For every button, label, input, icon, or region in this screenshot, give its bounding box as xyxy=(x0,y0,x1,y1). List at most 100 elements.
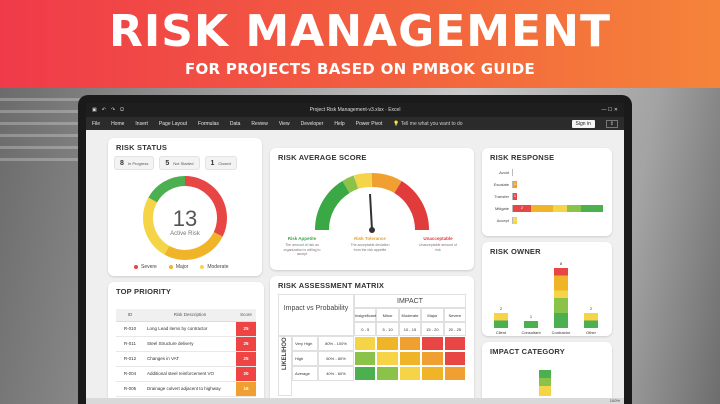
impact-col-name: Major xyxy=(421,308,444,322)
redo-icon[interactable]: ↷ xyxy=(111,107,115,113)
risk-response-label: Mitigate xyxy=(494,205,509,211)
risk-matrix-title: RISK ASSESSMENT MATRIX xyxy=(278,281,385,290)
risk-response-card: RISK RESPONSE Avoid Escalate 1 Transfer 1 Mit… xyxy=(482,148,612,236)
undo-icon[interactable]: ↶ xyxy=(102,107,106,113)
impact-col-range: 5 - 10 xyxy=(376,322,399,336)
likelihood-row-name: Average xyxy=(292,366,318,381)
matrix-cell xyxy=(421,351,444,366)
ribbon-tabs: File Home Insert Page Layout Formulas Da… xyxy=(86,117,624,130)
active-risk-label: Active Risk xyxy=(170,231,200,237)
tab-developer[interactable]: Developer xyxy=(301,121,324,127)
pill-label: Closed xyxy=(218,160,231,166)
risk-owner-label: Other xyxy=(585,330,596,335)
table-row[interactable]: R-012 Changes in VAT 25 xyxy=(116,351,256,367)
omega-icon[interactable]: Ω xyxy=(120,107,124,113)
legend-severe: Severe xyxy=(134,264,157,270)
pill-count: 8 xyxy=(120,159,124,167)
likelihood-row-range: 60% - 80% xyxy=(318,351,354,366)
impact-col-name: Minor xyxy=(376,308,399,322)
banner-subtitle: FOR PROJECTS BASED ON PMBOK GUIDE xyxy=(184,60,536,78)
tell-me-search[interactable]: 💡 Tell me what you want to do xyxy=(393,121,462,127)
cell-score: 20 xyxy=(236,366,256,382)
impact-col-name: Moderate xyxy=(398,308,422,322)
matrix-cell xyxy=(443,366,466,381)
risk-status-legend: Severe Major Moderate xyxy=(134,264,228,270)
risk-gauge xyxy=(314,172,430,233)
pill-count: 5 xyxy=(165,159,170,167)
save-icon[interactable]: ▣ xyxy=(92,107,97,113)
share-icon[interactable]: ⇪ xyxy=(605,119,618,128)
legend-moderate: Moderate xyxy=(200,264,228,270)
risk-response-row: Avoid xyxy=(484,168,513,176)
risk-status-card: RISK STATUS 8 In Progress 5 Not Started 1C… xyxy=(108,138,262,276)
matrix-cell xyxy=(421,336,444,351)
tell-me-label: Tell me what you want to do xyxy=(400,120,463,127)
tab-file[interactable]: File xyxy=(92,121,100,127)
matrix-cell xyxy=(443,336,466,351)
tab-insert[interactable]: Insert xyxy=(135,121,148,127)
tab-home[interactable]: Home xyxy=(111,121,124,127)
tab-help[interactable]: Help xyxy=(334,121,344,127)
window-controls[interactable]: — ☐ ✕ xyxy=(538,107,618,113)
top-priority-card: TOP PRIORITY ID Risk Description Score R… xyxy=(108,282,264,404)
risk-matrix-card: RISK ASSESSMENT MATRIX IMPACT Impact vs P… xyxy=(270,276,474,404)
tab-power-pivot[interactable]: Power Pivot xyxy=(356,121,383,127)
risk-owner-value: 1 xyxy=(529,313,533,319)
risk-response-segment xyxy=(567,204,581,212)
impact-bar-green xyxy=(539,370,551,378)
zone-tolerance-desc: The acceptable deviation from the risk a… xyxy=(350,243,390,252)
risk-owner-value: 2 xyxy=(499,306,503,311)
cell-score: 16 xyxy=(236,381,256,397)
matrix-cell xyxy=(354,336,377,351)
cell-id: R-011 xyxy=(116,336,144,352)
risk-owner-bar xyxy=(524,320,538,328)
legend-major: Major xyxy=(168,264,188,270)
risk-owner-bar xyxy=(494,313,508,328)
risk-owner-label: Consultant xyxy=(521,330,541,335)
title-banner: RISK MANAGEMENT FOR PROJECTS BASED ON PM… xyxy=(0,0,720,88)
table-row[interactable]: R-010 Long Lead items by contractor 25 xyxy=(116,321,256,337)
impact-bar-yellow xyxy=(539,386,551,396)
table-row[interactable]: R-004 Additional steel reinforcement VO 20 xyxy=(116,366,256,382)
impact-category-title: IMPACT CATEGORY xyxy=(490,347,565,356)
tab-review[interactable]: Review xyxy=(251,121,267,127)
tab-view[interactable]: View xyxy=(279,121,290,127)
impact-col-range: 10 - 15 xyxy=(398,322,422,336)
impact-col-name: Insignificant xyxy=(354,308,377,322)
cell-description: Additional steel reinforcement VO xyxy=(144,366,236,382)
sign-in-button[interactable]: Sign in xyxy=(571,119,595,128)
table-row[interactable]: R-005 Drainage culvert adjacent to highwa… xyxy=(116,381,256,397)
zone-appetite-label: Risk Appetite xyxy=(287,236,317,241)
matrix-cell xyxy=(354,366,377,381)
risk-response-segment: 2 xyxy=(513,204,531,212)
tab-data[interactable]: Data xyxy=(230,121,241,127)
tab-formulas[interactable]: Formulas xyxy=(198,121,219,127)
likelihood-row-range: 80% - 100% xyxy=(318,336,354,351)
gauge-pivot xyxy=(369,227,375,233)
risk-response-bar: 1 xyxy=(512,216,517,224)
dashboard: RISK STATUS 8 In Progress 5 Not Started 1C… xyxy=(86,130,624,404)
risk-owner-title: RISK OWNER xyxy=(490,247,541,256)
gauge-needle xyxy=(369,193,373,231)
risk-response-title: RISK RESPONSE xyxy=(490,153,555,162)
matrix-cell xyxy=(354,351,377,366)
matrix-cell xyxy=(398,336,422,351)
tab-page-layout[interactable]: Page Layout xyxy=(159,121,187,127)
risk-owner-bar xyxy=(554,268,568,328)
banner-title: RISK MANAGEMENT xyxy=(109,6,611,57)
impact-category-card: IMPACT CATEGORY xyxy=(482,342,612,404)
matrix-cell xyxy=(398,366,422,381)
risk-owner-label: Contractor xyxy=(551,330,571,335)
table-row[interactable]: R-011 Steel Structure delivery 25 xyxy=(116,336,256,352)
col-score: Score xyxy=(236,309,256,322)
col-id: ID xyxy=(116,309,144,322)
pill-closed: 1 Closed xyxy=(204,156,237,170)
gauge-red xyxy=(394,181,430,231)
impact-bar-lightgreen xyxy=(539,378,551,386)
quick-access-toolbar: ▣ ↶ ↷ Ω xyxy=(92,107,172,113)
excel-window: ▣ ↶ ↷ Ω Project Risk Management-v3.xlsx … xyxy=(86,103,624,404)
cell-description: Changes in VAT xyxy=(144,351,236,367)
risk-response-segment: 1 xyxy=(513,216,517,224)
risk-response-bar xyxy=(512,168,513,176)
risk-response-bar: 2 xyxy=(512,204,603,212)
